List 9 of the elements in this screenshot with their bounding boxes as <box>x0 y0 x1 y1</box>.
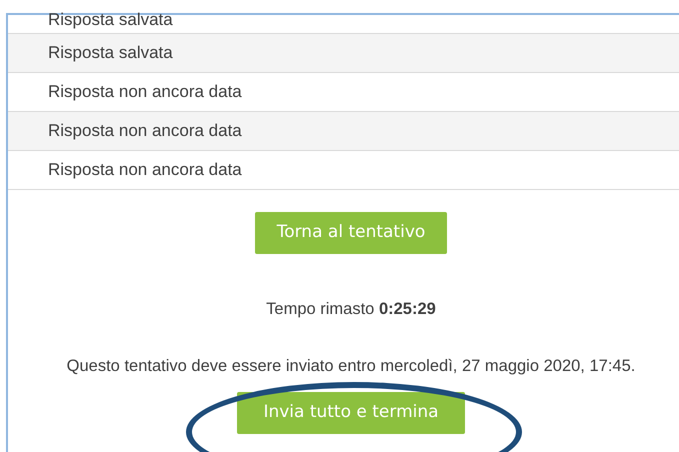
time-remaining-text: Tempo rimasto 0:25:29 <box>266 299 436 319</box>
deadline-notice: Questo tentativo deve essere inviato entro mercoledì, 27 maggio 2020, 17:45. <box>66 356 636 376</box>
submit-all-button[interactable]: Invia tutto e termina <box>237 392 465 434</box>
answer-status-text: Risposta salvata <box>48 8 173 30</box>
answer-status-text: Risposta non ancora data <box>48 120 242 142</box>
answer-status-text: Risposta non ancora data <box>48 159 242 182</box>
answer-status-text: Risposta non ancora data <box>48 81 242 104</box>
answer-status-text: Risposta salvata <box>48 42 173 64</box>
return-to-attempt-button[interactable]: Torna al tentativo <box>254 212 448 254</box>
